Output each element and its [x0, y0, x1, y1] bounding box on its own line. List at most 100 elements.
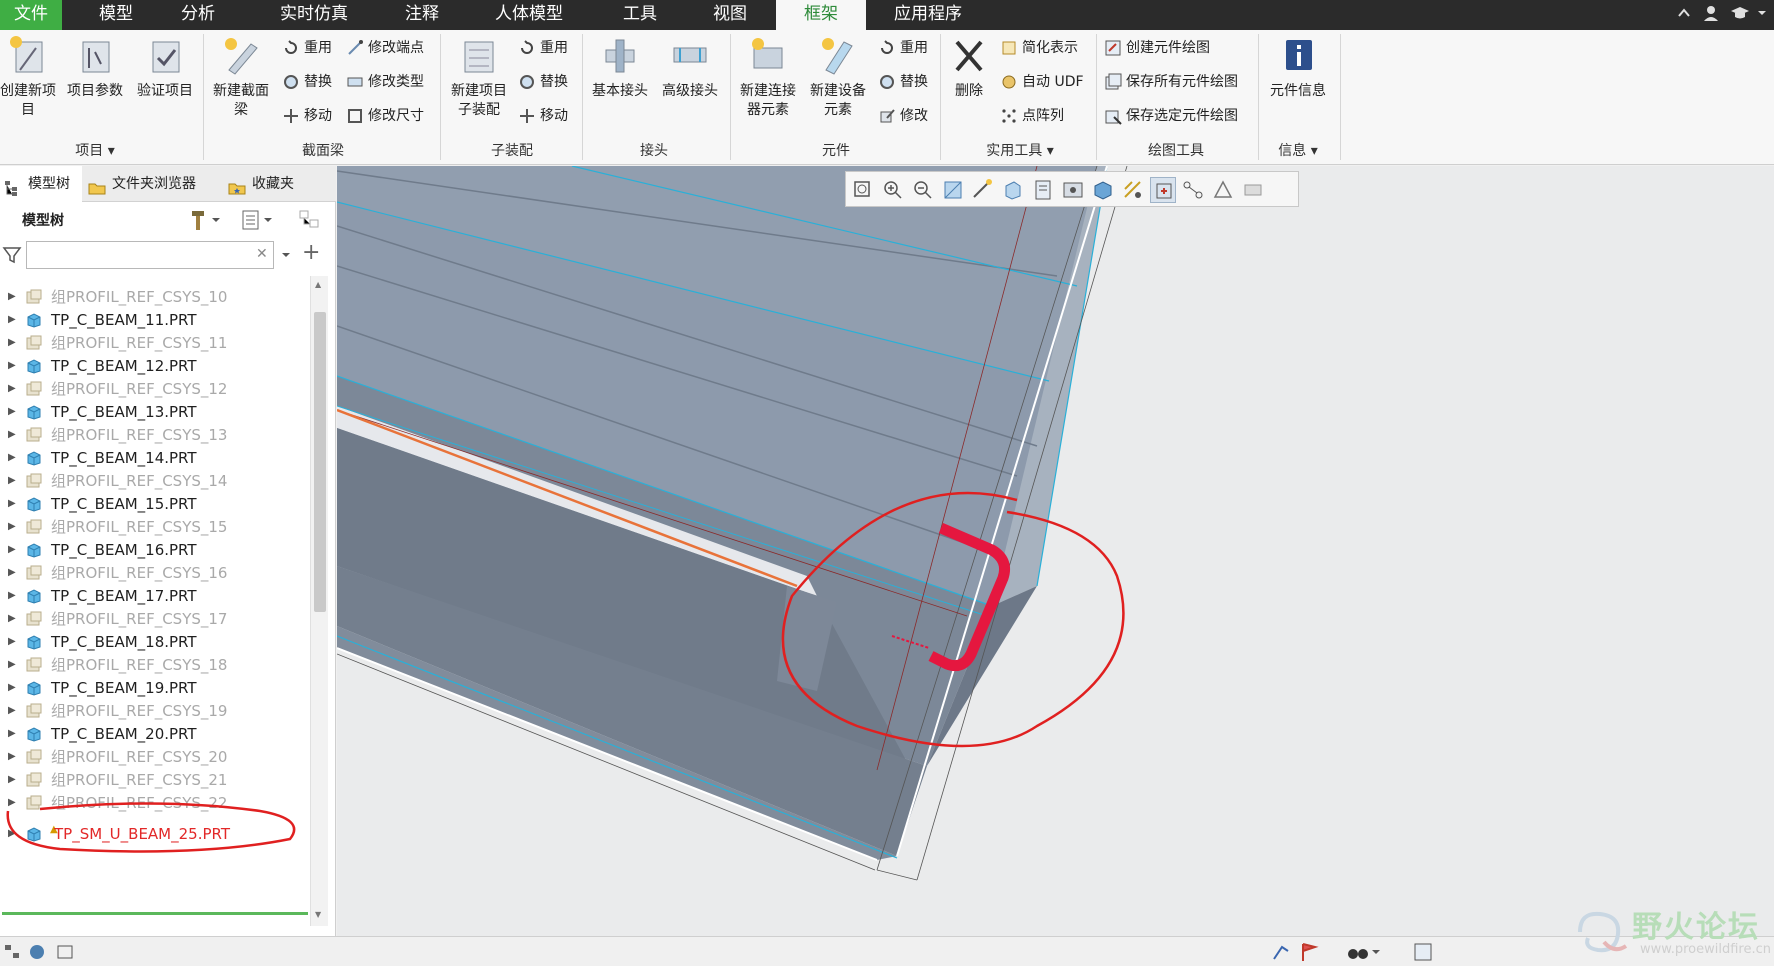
graphics-viewport[interactable]: [337, 166, 1774, 936]
orient-icon[interactable]: [970, 177, 996, 203]
new-device-element-button[interactable]: 新建设备 元素: [804, 34, 872, 120]
regenerate-icon[interactable]: [1270, 941, 1292, 966]
menu-tab-realtime-sim[interactable]: 实时仿真: [268, 0, 360, 30]
simulation-display-icon[interactable]: [1210, 177, 1236, 203]
sub-reuse-label: 重用: [540, 40, 568, 56]
new-subassembly-button[interactable]: 新建项目 子装配: [444, 34, 514, 120]
element-modify-button[interactable]: 修改: [878, 104, 928, 128]
filter-row: ✕ +: [0, 238, 336, 272]
refit-icon[interactable]: [850, 177, 876, 203]
nav-tree-toggle-icon[interactable]: [4, 943, 22, 965]
save-selected-drawings-button[interactable]: 保存选定元件绘图: [1104, 104, 1238, 128]
basic-joint-label: 基本接头: [592, 83, 648, 99]
tab-favorites-label: 收藏夹: [252, 176, 294, 192]
flag-icon[interactable]: [1298, 941, 1320, 966]
tree-search-input[interactable]: [26, 241, 274, 269]
menu-tab-applications[interactable]: 应用程序: [880, 0, 976, 30]
new-connector-element-button[interactable]: 新建连接 器元素: [734, 34, 802, 120]
datum-display-icon[interactable]: [1120, 177, 1146, 203]
repaint-icon[interactable]: [940, 177, 966, 203]
info-group-label[interactable]: 信息 ▾: [1250, 140, 1346, 160]
view-manager-icon[interactable]: [1030, 177, 1056, 203]
auto-udf-label: 自动 UDF: [1022, 74, 1084, 90]
menu-tab-tools[interactable]: 工具: [608, 0, 672, 30]
tree-annotation-circle: [6, 802, 296, 853]
menu-tab-frame[interactable]: 框架: [776, 0, 866, 30]
tab-favorites[interactable]: 收藏夹: [228, 166, 328, 202]
element-replace-button[interactable]: 替换: [878, 70, 928, 94]
verify-item-button[interactable]: 验证项目: [132, 34, 198, 101]
basic-joint-button[interactable]: 基本接头: [586, 34, 654, 101]
selection-filter-icon[interactable]: [1412, 941, 1434, 966]
point-array-label: 点阵列: [1022, 108, 1064, 124]
filter-icon[interactable]: [2, 245, 22, 269]
item-params-button[interactable]: 项目参数: [62, 34, 128, 101]
sub-move-button[interactable]: 移动: [518, 104, 568, 128]
tree-scrollbar[interactable]: ▲ ▼: [310, 276, 328, 926]
modify-endpoint-button[interactable]: 修改端点: [346, 36, 424, 60]
simplified-rep-button[interactable]: 简化表示: [1000, 36, 1078, 60]
zoom-in-icon[interactable]: [880, 177, 906, 203]
modify-type-button[interactable]: 修改类型: [346, 70, 424, 94]
saved-views-icon[interactable]: [1000, 177, 1026, 203]
tree-title: 模型树: [22, 213, 64, 229]
element-reuse-button[interactable]: 重用: [878, 36, 928, 60]
clear-search-icon[interactable]: ✕: [256, 246, 268, 262]
delete-button[interactable]: 删除: [944, 34, 994, 101]
modify-size-button[interactable]: 修改尺寸: [346, 104, 424, 128]
tab-model-tree[interactable]: 模型树: [0, 166, 82, 202]
group-icon: [26, 427, 42, 442]
tree-columns-button[interactable]: [296, 208, 324, 236]
advanced-joint-button[interactable]: 高级接头: [656, 34, 724, 101]
search-dropdown-icon[interactable]: [280, 246, 292, 268]
group-icon: [26, 289, 42, 304]
collapse-toolbar-icon[interactable]: [1240, 177, 1266, 203]
sub-replace-button[interactable]: 替换: [518, 70, 568, 94]
scroll-up-icon[interactable]: ▲: [315, 280, 321, 289]
project-group-label[interactable]: 项目 ▾: [40, 140, 150, 160]
annotation-display-icon[interactable]: [1180, 177, 1206, 203]
menu-tab-analysis[interactable]: 分析: [166, 0, 230, 30]
section-move-button[interactable]: 移动: [282, 104, 332, 128]
find-icon[interactable]: [1346, 941, 1380, 966]
spin-center-icon[interactable]: [1150, 177, 1176, 203]
utility-group-label[interactable]: 实用工具 ▾: [960, 140, 1080, 160]
save-all-drawings-button[interactable]: 保存所有元件绘图: [1104, 70, 1238, 94]
user-icon[interactable]: [1702, 3, 1720, 25]
tree-settings-button[interactable]: [188, 208, 222, 236]
menu-tab-annotation[interactable]: 注释: [390, 0, 454, 30]
menu-tab-file[interactable]: 文件: [0, 0, 62, 30]
new-section-beam-button[interactable]: 新建截面 梁: [208, 34, 274, 120]
model-canvas[interactable]: [337, 166, 1774, 936]
menu-tab-view[interactable]: 视图: [698, 0, 762, 30]
element-info-button[interactable]: 元件信息: [1262, 34, 1334, 101]
browser-toggle-icon[interactable]: [28, 943, 46, 965]
create-element-drawing-button[interactable]: 创建元件绘图: [1104, 36, 1210, 60]
collapse-ribbon-icon[interactable]: [1676, 3, 1692, 25]
zoom-out-icon[interactable]: [910, 177, 936, 203]
point-array-button[interactable]: 点阵列: [1000, 104, 1064, 128]
menu-tab-human-model[interactable]: 人体模型: [488, 0, 570, 30]
graduation-cap-icon[interactable]: [1730, 3, 1750, 25]
add-filter-icon[interactable]: +: [302, 240, 320, 265]
menu-dropdown-icon[interactable]: [1756, 3, 1768, 25]
section-replace-button[interactable]: 替换: [282, 70, 332, 94]
perspective-icon[interactable]: [1060, 177, 1086, 203]
tree-scroll-thumb[interactable]: [314, 312, 326, 612]
forum-watermark: 野火论坛 www.proewildfire.cn: [1566, 898, 1774, 966]
sub-reuse-button[interactable]: 重用: [518, 36, 568, 60]
panel-tabs: 模型树 文件夹浏览器 收藏夹: [0, 166, 336, 202]
menu-tab-model[interactable]: 模型: [84, 0, 148, 30]
fullscreen-icon[interactable]: [56, 943, 74, 965]
section-reuse-button[interactable]: 重用: [282, 36, 332, 60]
tab-folder-browser-label: 文件夹浏览器: [112, 176, 196, 192]
move-icon: [282, 107, 300, 125]
display-style-icon[interactable]: [1090, 177, 1116, 203]
auto-udf-button[interactable]: 自动 UDF: [1000, 70, 1084, 94]
tab-folder-browser[interactable]: 文件夹浏览器: [88, 166, 218, 202]
model-tree-panel: 模型树 文件夹浏览器 收藏夹 模型树 ✕ + ▶ 组PROFIL_REF_CSY…: [0, 166, 336, 936]
scroll-down-icon[interactable]: ▼: [315, 910, 321, 919]
tree-show-button[interactable]: [240, 208, 274, 236]
new-device-element-label: 新建设备 元素: [810, 83, 866, 118]
create-new-item-button[interactable]: 创建新项 目: [0, 34, 56, 120]
